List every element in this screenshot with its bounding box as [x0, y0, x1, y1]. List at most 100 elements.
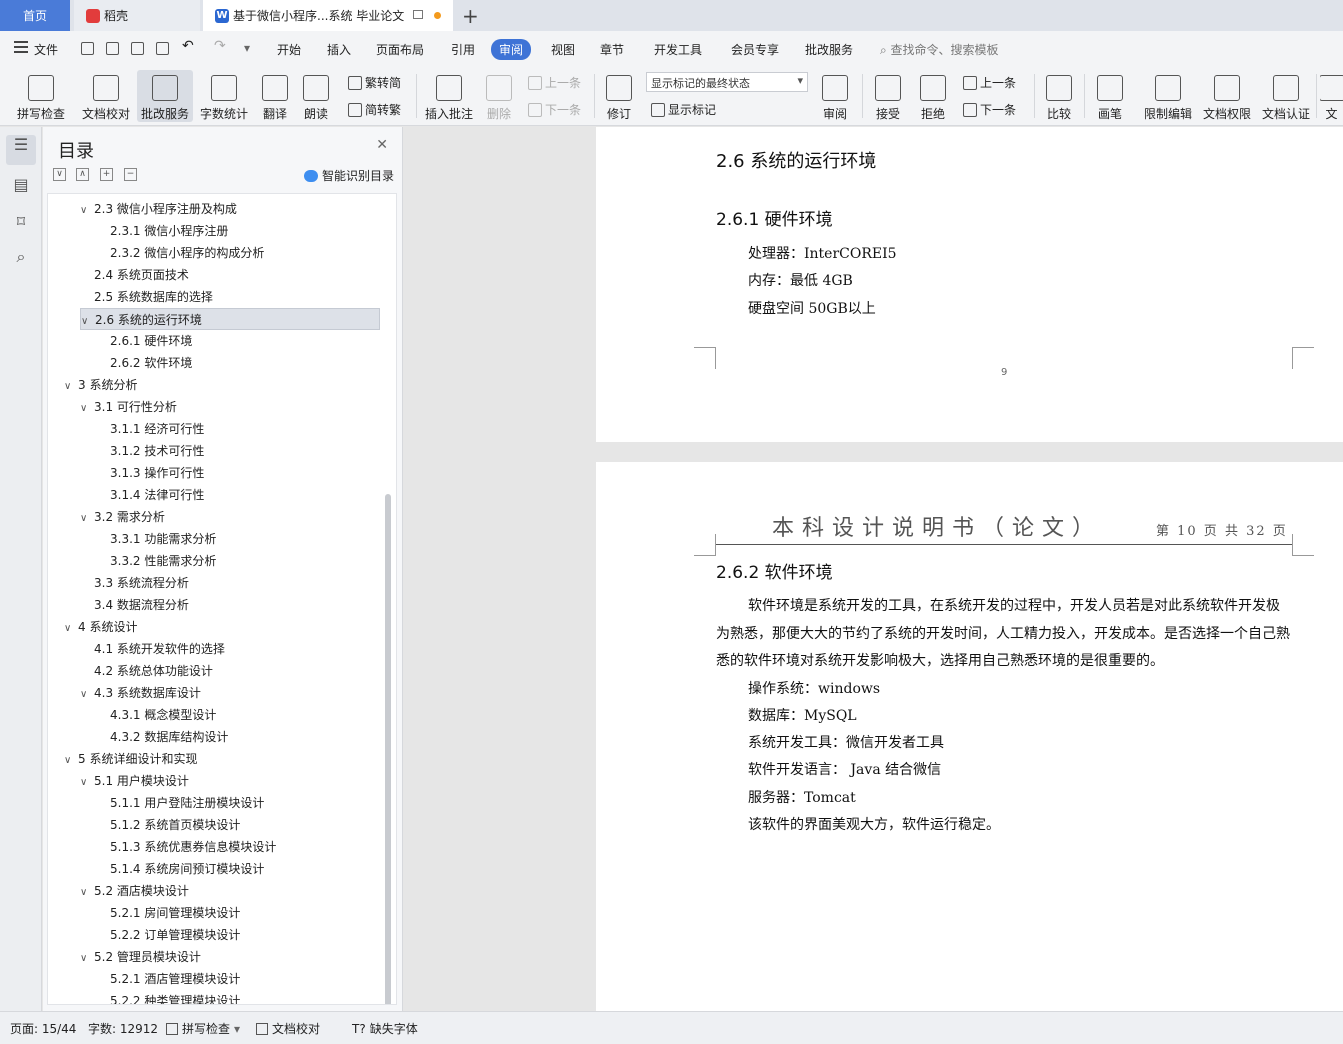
toc-item[interactable]: 2.3.1 微信小程序注册: [96, 220, 228, 242]
chevron-down-icon[interactable]: ∨: [80, 772, 94, 794]
menu-layout[interactable]: 页面布局: [376, 41, 424, 58]
smart-toc-button[interactable]: 智能识别目录: [303, 167, 394, 184]
toc-item[interactable]: 3.3.2 性能需求分析: [96, 550, 216, 572]
toc-item[interactable]: ∨ 3 系统分析: [64, 374, 137, 396]
menu-view[interactable]: 视图: [551, 41, 575, 58]
menu-correction[interactable]: 批改服务: [805, 41, 853, 58]
toc-item[interactable]: 3.3 系统流程分析: [80, 572, 189, 594]
expand-all-icon[interactable]: ∧: [76, 168, 89, 181]
menu-review[interactable]: 审阅: [491, 39, 532, 60]
toc-item[interactable]: ∨ 5.1 用户模块设计: [80, 770, 189, 792]
next-comment-button[interactable]: 下一条: [528, 101, 581, 118]
doc-certify-button[interactable]: 文档认证: [1258, 70, 1314, 122]
toc-item[interactable]: 3.1.4 法律可行性: [96, 484, 204, 506]
new-tab-button[interactable]: +: [462, 4, 479, 28]
toc-item[interactable]: 3.1.2 技术可行性: [96, 440, 204, 462]
chevron-down-icon[interactable]: ∨: [64, 750, 78, 772]
menu-file[interactable]: 文件: [34, 41, 58, 58]
track-changes-button[interactable]: 修订: [600, 70, 638, 122]
toc-item[interactable]: 2.6.2 软件环境: [96, 352, 192, 374]
toc-item[interactable]: ∨ 4 系统设计: [64, 616, 137, 638]
menu-chapter[interactable]: 章节: [600, 41, 624, 58]
quick-access-dropdown-icon[interactable]: ▾: [244, 41, 250, 55]
save-icon[interactable]: [81, 42, 94, 55]
search-icon[interactable]: ⌕: [11, 247, 31, 267]
markup-state-select[interactable]: 显示标记的最终状态: [646, 72, 808, 92]
close-icon[interactable]: ✕: [376, 137, 388, 153]
export-icon[interactable]: [106, 42, 119, 55]
simp-to-trad-button[interactable]: 简转繁: [348, 101, 401, 118]
toc-item[interactable]: 3.1.3 操作可行性: [96, 462, 204, 484]
preview-icon[interactable]: [156, 42, 169, 55]
toc-item[interactable]: 5.1.3 系统优惠券信息模块设计: [96, 836, 276, 858]
doc-permission-button[interactable]: 文档权限: [1199, 70, 1255, 122]
toc-item[interactable]: 5.2.2 订单管理模块设计: [96, 924, 240, 946]
toc-item[interactable]: 4.3.2 数据库结构设计: [96, 726, 228, 748]
prev-change-button[interactable]: 上一条: [963, 74, 1016, 91]
toc-item[interactable]: 2.5 系统数据库的选择: [80, 286, 213, 308]
toc-item[interactable]: 4.2 系统总体功能设计: [80, 660, 213, 682]
pen-button[interactable]: 画笔: [1092, 70, 1128, 122]
monitor-icon[interactable]: [413, 10, 423, 19]
chevron-down-icon[interactable]: ∨: [80, 948, 94, 970]
show-markup-button[interactable]: 显示标记: [651, 101, 716, 118]
collapse-all-icon[interactable]: ∨: [53, 168, 66, 181]
insert-comment-button[interactable]: 插入批注: [422, 70, 476, 122]
toc-item[interactable]: ∨ 5.2 酒店模块设计: [80, 880, 189, 902]
toc-item[interactable]: 2.6.1 硬件环境: [96, 330, 192, 352]
toc-item[interactable]: ∨ 3.1 可行性分析: [80, 396, 177, 418]
status-words[interactable]: 字数: 12912: [88, 1020, 158, 1037]
status-missing-font[interactable]: T? 缺失字体: [352, 1020, 418, 1037]
toc-item[interactable]: 5.2.1 房间管理模块设计: [96, 902, 240, 924]
toc-item[interactable]: 5.1.1 用户登陆注册模块设计: [96, 792, 264, 814]
toc-item[interactable]: ∨ 2.6 系统的运行环境: [80, 308, 380, 330]
toc-item[interactable]: 3.4 数据流程分析: [80, 594, 189, 616]
toc-item[interactable]: 3.3.1 功能需求分析: [96, 528, 216, 550]
next-change-button[interactable]: 下一条: [963, 101, 1016, 118]
status-page[interactable]: 页面: 15/44: [10, 1020, 76, 1037]
menu-member[interactable]: 会员专享: [731, 41, 779, 58]
command-search[interactable]: ⌕ 查找命令、搜索模板: [880, 41, 999, 58]
review-service-button[interactable]: 批改服务: [137, 70, 193, 122]
toc-item[interactable]: ∨ 5 系统详细设计和实现: [64, 748, 197, 770]
tab-document[interactable]: W 基于微信小程序...系统 毕业论文: [203, 0, 453, 31]
prev-comment-button[interactable]: 上一条: [528, 74, 581, 91]
word-count-button[interactable]: 字数统计: [196, 70, 252, 122]
doc-proof-button[interactable]: 文档校对: [78, 70, 134, 122]
toc-item[interactable]: 2.3.2 微信小程序的构成分析: [96, 242, 264, 264]
toc-item[interactable]: 5.1.4 系统房间预订模块设计: [96, 858, 264, 880]
chevron-down-icon[interactable]: ∨: [81, 311, 95, 333]
accept-button[interactable]: 接受: [868, 70, 908, 122]
chevron-down-icon[interactable]: ∨: [64, 618, 78, 640]
toc-item[interactable]: 5.2.2 种类管理模块设计: [96, 990, 240, 1004]
bookmark-icon[interactable]: ⌑: [11, 212, 31, 232]
chevron-down-icon[interactable]: ∨: [80, 508, 94, 530]
undo-icon[interactable]: ↶: [182, 38, 194, 54]
toc-item[interactable]: ∨ 3.2 需求分析: [80, 506, 165, 528]
toc-item[interactable]: 3.1.1 经济可行性: [96, 418, 204, 440]
menu-developer[interactable]: 开发工具: [654, 41, 702, 58]
print-icon[interactable]: [131, 42, 144, 55]
more-button[interactable]: 文: [1320, 70, 1343, 122]
toc-item[interactable]: 4.3.1 概念模型设计: [96, 704, 216, 726]
toc-item[interactable]: ∨ 5.2 管理员模块设计: [80, 946, 201, 968]
toc-item[interactable]: ∨ 2.3 微信小程序注册及构成: [80, 198, 237, 220]
toc-item[interactable]: 5.1.2 系统首页模块设计: [96, 814, 240, 836]
chevron-down-icon[interactable]: ∨: [80, 882, 94, 904]
toc-item[interactable]: ∨ 4.3 系统数据库设计: [80, 682, 201, 704]
compare-button[interactable]: 比较: [1040, 70, 1078, 122]
toc-item[interactable]: 4.1 系统开发软件的选择: [80, 638, 225, 660]
toc-item[interactable]: 5.2.1 酒店管理模块设计: [96, 968, 240, 990]
remove-heading-icon[interactable]: −: [124, 168, 137, 181]
spell-check-button[interactable]: 拼写检查: [10, 70, 72, 122]
menu-reference[interactable]: 引用: [451, 41, 475, 58]
restrict-edit-button[interactable]: 限制编辑: [1140, 70, 1196, 122]
chevron-down-icon[interactable]: ∨: [80, 684, 94, 706]
toc-panel-icon[interactable]: ☰: [6, 135, 36, 165]
chevron-down-icon[interactable]: ∨: [80, 398, 94, 420]
toc-item[interactable]: 2.4 系统页面技术: [80, 264, 189, 286]
menu-insert[interactable]: 插入: [327, 41, 351, 58]
delete-comment-button[interactable]: 删除: [480, 70, 518, 122]
toc-scrollbar[interactable]: [385, 494, 391, 1004]
status-spell-check[interactable]: 拼写检查 ▾: [166, 1020, 240, 1037]
